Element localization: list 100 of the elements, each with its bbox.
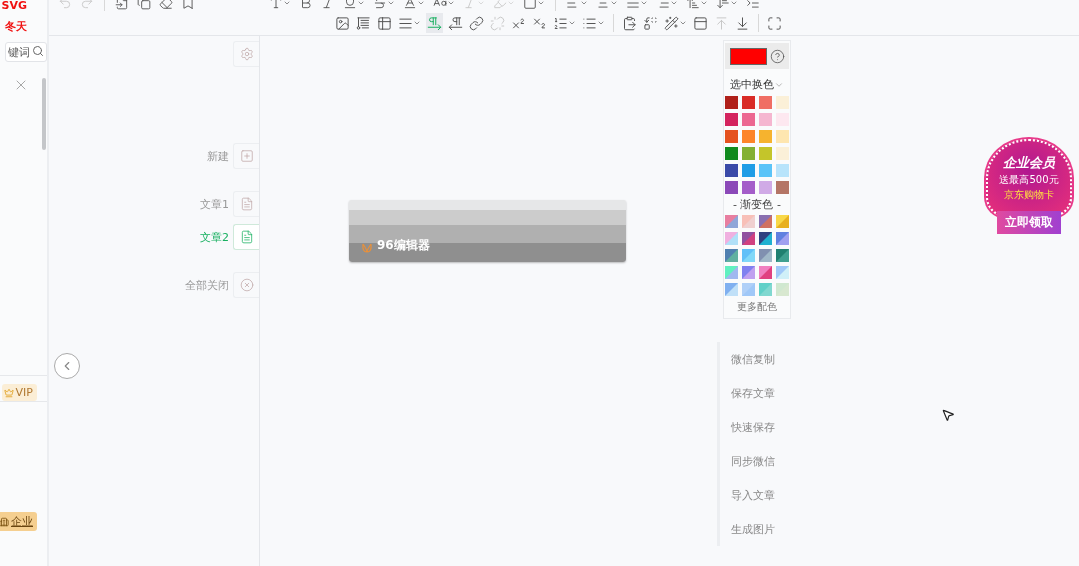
caret-icon <box>700 0 708 7</box>
document-icon <box>239 197 254 211</box>
gradient-swatch[interactable] <box>776 215 789 228</box>
gradient-swatch[interactable] <box>776 266 789 279</box>
color-swatch[interactable] <box>759 113 772 126</box>
color-swatch[interactable] <box>759 164 772 177</box>
gradient-swatch[interactable] <box>759 249 772 262</box>
gradient-swatch[interactable] <box>742 283 755 296</box>
gradient-swatch[interactable] <box>742 215 755 228</box>
gradient-swatch[interactable] <box>742 232 755 245</box>
line-height-icon <box>398 15 413 31</box>
rail-tab[interactable] <box>233 191 259 217</box>
action-item[interactable]: 微信复制 <box>720 342 1079 376</box>
gradient-swatch[interactable] <box>776 249 789 262</box>
gradient-swatch[interactable] <box>725 215 738 228</box>
subscript-icon <box>532 15 547 31</box>
caret-icon <box>670 0 678 7</box>
fill-block-icon <box>523 0 537 10</box>
gradient-swatch[interactable] <box>742 249 755 262</box>
gradient-swatch[interactable] <box>776 283 789 296</box>
gradient-swatch[interactable] <box>776 232 789 245</box>
tab-label: 新建 <box>207 148 229 164</box>
color-swatch[interactable] <box>725 147 738 160</box>
color-swatch[interactable] <box>742 147 755 160</box>
redo-icon <box>80 0 94 10</box>
gradient-swatch[interactable] <box>725 249 738 262</box>
logo-text: 冬天 <box>5 21 27 33</box>
section-title: - 渐变色 - <box>733 197 781 212</box>
crown-icon <box>3 387 14 398</box>
color-swatch[interactable] <box>742 113 755 126</box>
building-icon <box>0 516 9 527</box>
collapse-button[interactable] <box>54 353 80 379</box>
link-button[interactable] <box>468 13 485 33</box>
banner-title: 96编辑器 <box>377 237 430 254</box>
gradient-swatch[interactable] <box>725 283 738 296</box>
rail-tab[interactable] <box>233 41 259 67</box>
gradient-swatch[interactable] <box>742 266 755 279</box>
promo-text: 送最高500元 <box>999 173 1059 187</box>
gradient-swatch[interactable] <box>759 232 772 245</box>
color-swatch[interactable] <box>742 181 755 194</box>
color-swatch[interactable] <box>759 130 772 143</box>
color-swatch[interactable] <box>776 130 789 143</box>
claim-button[interactable]: 立即领取 <box>997 211 1061 234</box>
caret-icon <box>447 0 455 7</box>
action-item[interactable]: 同步微信 <box>720 444 1079 478</box>
current-color-swatch[interactable] <box>729 47 767 65</box>
help-icon[interactable] <box>769 48 785 64</box>
tab-label: 文章1 <box>200 196 229 212</box>
action-item[interactable]: 快速保存 <box>720 410 1079 444</box>
color-swatch[interactable] <box>725 96 738 109</box>
ordered-list-icon <box>553 15 568 31</box>
promo-badge[interactable]: 企业会员 送最高500元 京东购物卡 <box>986 139 1072 217</box>
membership-badge[interactable]: 企业 <box>0 512 37 531</box>
mode-dropdown[interactable]: 选中换色 <box>730 77 784 92</box>
action-item[interactable]: 保存文章 <box>720 376 1079 410</box>
caret-icon <box>417 0 425 7</box>
more-colors-link[interactable]: 更多配色 <box>737 300 777 314</box>
color-swatch[interactable] <box>725 164 738 177</box>
color-swatch[interactable] <box>742 164 755 177</box>
search-field[interactable]: 键词 <box>5 42 47 62</box>
color-swatch[interactable] <box>759 96 772 109</box>
gradient-swatch[interactable] <box>725 232 738 245</box>
color-swatch[interactable] <box>776 147 789 160</box>
color-swatch[interactable] <box>759 147 772 160</box>
action-item[interactable]: 生成图片 <box>720 512 1079 546</box>
logo-text: SVG <box>1 0 27 12</box>
promo-text: 京东购物卡 <box>1004 188 1054 202</box>
circle-close-icon <box>239 278 254 292</box>
color-swatch[interactable] <box>725 113 738 126</box>
color-swatch[interactable] <box>776 181 789 194</box>
strikethrough-icon <box>373 0 387 10</box>
caret-icon <box>679 19 687 27</box>
action-item[interactable]: 导入文章 <box>720 478 1079 512</box>
gradient-swatch[interactable] <box>759 266 772 279</box>
to-bottom-icon <box>735 15 750 31</box>
color-swatch[interactable] <box>742 130 755 143</box>
gradient-swatch[interactable] <box>759 215 772 228</box>
color-swatch[interactable] <box>759 181 772 194</box>
color-swatch[interactable] <box>742 96 755 109</box>
color-swatch[interactable] <box>725 181 738 194</box>
rail-tab[interactable] <box>233 272 259 298</box>
caret-icon <box>597 19 605 27</box>
color-swatch[interactable] <box>725 130 738 143</box>
color-swatch[interactable] <box>776 164 789 177</box>
import-icon <box>115 0 129 10</box>
tab-label: 文章2 <box>200 229 229 245</box>
caret-icon <box>507 0 515 7</box>
membership-badge[interactable]: VIP <box>1 384 37 401</box>
rail-tab[interactable] <box>233 224 259 250</box>
color-swatch[interactable] <box>776 96 789 109</box>
gradient-swatch[interactable] <box>759 283 772 296</box>
rail-tab[interactable] <box>233 143 259 169</box>
spacing-icon <box>686 0 700 10</box>
text-direction-icon <box>448 15 463 31</box>
gear-icon <box>239 47 254 61</box>
eraser-icon <box>159 0 173 10</box>
caret-icon <box>357 0 365 7</box>
indent-icon <box>746 0 760 10</box>
caret-icon <box>610 0 618 7</box>
gradient-swatch[interactable] <box>725 266 738 279</box>
